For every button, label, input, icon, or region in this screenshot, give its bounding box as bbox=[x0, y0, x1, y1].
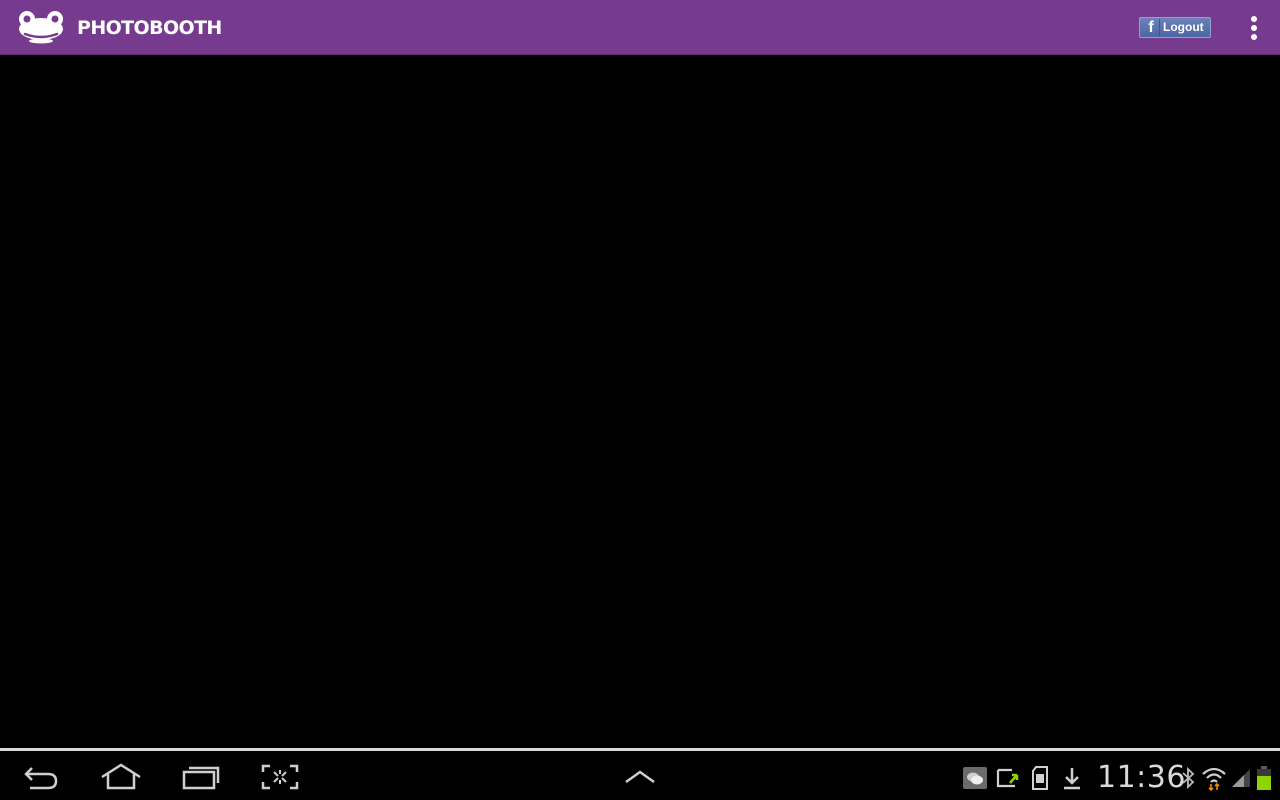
chevron-up-icon[interactable] bbox=[623, 767, 657, 787]
bluetooth-icon bbox=[1182, 766, 1195, 790]
recent-apps-icon[interactable] bbox=[181, 763, 221, 791]
download-icon[interactable] bbox=[1061, 765, 1083, 791]
facebook-icon: f bbox=[1148, 19, 1154, 36]
battery-icon bbox=[1257, 766, 1271, 790]
home-icon[interactable] bbox=[99, 762, 143, 792]
sd-card-icon[interactable] bbox=[1030, 765, 1050, 791]
button-divider bbox=[1159, 19, 1160, 36]
clock[interactable]: 11:36 bbox=[1097, 760, 1186, 796]
back-icon[interactable] bbox=[22, 763, 62, 791]
cell-signal-icon bbox=[1232, 769, 1250, 787]
system-bar: 11:36 bbox=[0, 748, 1280, 800]
screen-share-icon[interactable] bbox=[995, 765, 1023, 791]
facebook-logout-button[interactable]: f Logout bbox=[1139, 17, 1211, 38]
screenshot-icon[interactable] bbox=[260, 763, 300, 791]
camera-viewport bbox=[0, 55, 1280, 748]
more-vertical-icon[interactable] bbox=[1244, 14, 1264, 42]
wifi-icon bbox=[1202, 767, 1226, 791]
logout-label: Logout bbox=[1163, 20, 1204, 34]
app-title: PHOTOBOOTH bbox=[77, 17, 222, 39]
frog-logo-icon[interactable] bbox=[18, 10, 66, 44]
chat-notification-icon[interactable] bbox=[962, 766, 988, 790]
action-bar: PHOTOBOOTH f Logout bbox=[0, 0, 1280, 55]
